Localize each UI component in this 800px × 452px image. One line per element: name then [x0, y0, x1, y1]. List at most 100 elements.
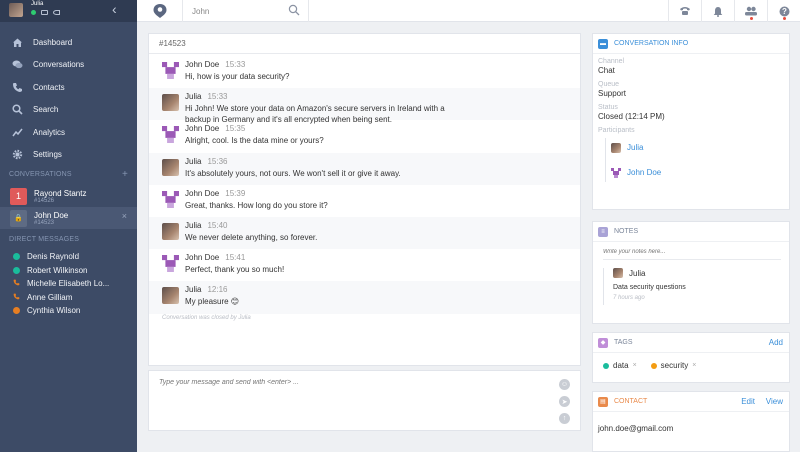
- add-tag-button[interactable]: Add: [769, 338, 783, 347]
- pixel-avatar-icon: [611, 167, 621, 178]
- message-time: 15:40: [207, 220, 228, 230]
- send-icon[interactable]: ➤: [559, 396, 570, 407]
- unread-badge: 1: [10, 187, 27, 205]
- message-text: We never delete anything, so forever.: [185, 232, 318, 242]
- message-time: 15:39: [225, 188, 246, 198]
- contact-icon: ▤: [598, 396, 608, 407]
- closed-note: Conversation was closed by Julia: [162, 314, 251, 321]
- dm-item[interactable]: Michelle Elisabeth Lo...: [0, 277, 137, 291]
- main-nav: Dashboard Conversations Contacts Search …: [0, 31, 137, 166]
- help-icon[interactable]: ?: [767, 0, 800, 22]
- phone-icon: [13, 279, 20, 288]
- search-input[interactable]: [192, 4, 282, 18]
- tag-icon: ◆: [598, 337, 608, 348]
- message-author: John Doe: [185, 124, 220, 134]
- participant-john[interactable]: John Doe: [593, 165, 789, 180]
- message-text: Great, thanks. How long do you store it?: [185, 200, 328, 210]
- note-item: Julia Data security questions 7 hours ag…: [593, 268, 789, 305]
- pixel-avatar-icon: [162, 255, 179, 273]
- avatar: [613, 268, 623, 278]
- home-icon: [12, 37, 23, 48]
- sidebar: Julia ‹ Dashboard Conversations Contacts: [0, 0, 137, 452]
- search-icon[interactable]: [288, 4, 300, 16]
- pixel-avatar-icon: [162, 62, 179, 79]
- channel-value: Chat: [598, 66, 615, 75]
- nav-conversations[interactable]: Conversations: [0, 54, 137, 77]
- online-status-icon[interactable]: [31, 10, 36, 15]
- dm-item[interactable]: Denis Raynold: [0, 250, 137, 264]
- telephone-icon[interactable]: [668, 0, 701, 22]
- search-box: [182, 0, 309, 22]
- tag-chip[interactable]: security ×: [650, 361, 696, 370]
- message-row: John Doe 15:41 Perfect, thank you so much!: [149, 249, 580, 281]
- message-row: John Doe 15:33 Hi, how is your data securi…: [149, 56, 580, 88]
- message-list: John Doe 15:33 Hi, how is your data securi…: [149, 54, 580, 314]
- avatar[interactable]: [9, 3, 23, 17]
- nav-dashboard[interactable]: Dashboard: [0, 31, 137, 54]
- nav-analytics[interactable]: Analytics: [0, 121, 137, 144]
- message-row: Julia 15:40 We never delete anything, so f…: [149, 216, 580, 250]
- message-time: 15:36: [207, 156, 228, 166]
- message-text: My pleasure 😊: [185, 297, 240, 307]
- mail-icon[interactable]: [41, 10, 48, 15]
- note-input[interactable]: [593, 249, 773, 259]
- conversation-item-active[interactable]: 🔒 John Doe #14523 ×: [0, 207, 137, 229]
- message-author: Julia: [185, 92, 202, 102]
- dm-item[interactable]: Cynthia Wilson: [0, 304, 137, 318]
- message-row: John Doe 15:35 Alright, cool. Is the data …: [149, 120, 580, 152]
- emoji-icon[interactable]: ☺: [559, 379, 570, 390]
- add-conversation-icon[interactable]: +: [122, 169, 128, 180]
- participant-julia[interactable]: Julia: [593, 140, 789, 155]
- queue-value: Support: [598, 89, 627, 98]
- avatar: [162, 94, 179, 112]
- direct-messages-heading: DIRECT MESSAGES: [9, 235, 80, 243]
- nav-search[interactable]: Search: [0, 99, 137, 122]
- message-author: Julia: [185, 285, 202, 295]
- team-icon[interactable]: [734, 0, 767, 22]
- message-input[interactable]: [159, 379, 539, 386]
- chat-pane: #14523 John Doe 15:33 Hi, how is your data…: [148, 33, 581, 366]
- message-author: John Doe: [185, 60, 220, 69]
- transfer-icon[interactable]: [53, 10, 60, 15]
- chart-icon: [12, 127, 23, 138]
- upload-icon[interactable]: ↑: [559, 413, 570, 424]
- avatar: [162, 287, 179, 305]
- notes-panel: ≡ NOTES Julia Data security questions 7 …: [592, 221, 790, 324]
- message-row: Julia 15:36 It's absolutely yours, not our…: [149, 152, 580, 185]
- search-icon: [12, 104, 23, 115]
- contact-email[interactable]: john.doe@gmail.com: [593, 424, 789, 433]
- online-status-icon: [13, 266, 20, 274]
- message-author: Julia: [185, 156, 202, 166]
- topbar: ?: [137, 0, 800, 22]
- message-text: Alright, cool. Is the data mine or yours…: [185, 136, 324, 146]
- message-author: John Doe: [185, 188, 220, 198]
- dm-item[interactable]: Anne Gilliam: [0, 291, 137, 305]
- conversation-item[interactable]: 1 Rayond Stantz #14526: [0, 185, 137, 207]
- message-time: 15:33: [207, 92, 228, 102]
- conversations-heading: CONVERSATIONS +: [9, 168, 128, 180]
- message-text: Perfect, thank you so much!: [185, 265, 285, 275]
- bell-icon[interactable]: [701, 0, 734, 22]
- dm-item[interactable]: Robert Wilkinson: [0, 264, 137, 278]
- message-time: 15:35: [225, 124, 246, 134]
- edit-contact-button[interactable]: Edit: [741, 397, 755, 406]
- close-icon[interactable]: ×: [122, 211, 127, 221]
- avatar: [162, 222, 179, 240]
- contact-panel: ▤ CONTACT Edit View john.doe@gmail.com: [592, 391, 790, 452]
- phone-icon: [12, 82, 23, 93]
- tag-chip[interactable]: data ×: [603, 361, 637, 370]
- lock-icon: 🔒: [10, 209, 27, 227]
- nav-contacts[interactable]: Contacts: [0, 76, 137, 99]
- remove-tag-icon[interactable]: ×: [633, 362, 637, 369]
- message-text: It's absolutely yours, not ours. We won'…: [185, 168, 401, 178]
- svg-text:?: ?: [782, 7, 787, 16]
- collapse-sidebar-icon[interactable]: ‹: [112, 1, 117, 17]
- message-row: Julia 12:16 My pleasure 😊: [149, 281, 580, 314]
- avatar: [162, 158, 179, 176]
- view-contact-button[interactable]: View: [766, 397, 783, 406]
- dm-list: Denis Raynold Robert Wilkinson Michelle …: [0, 250, 137, 318]
- message-time: 15:41: [225, 253, 246, 263]
- nav-settings[interactable]: Settings: [0, 144, 137, 167]
- remove-tag-icon[interactable]: ×: [692, 362, 696, 369]
- logo-icon[interactable]: [152, 3, 168, 19]
